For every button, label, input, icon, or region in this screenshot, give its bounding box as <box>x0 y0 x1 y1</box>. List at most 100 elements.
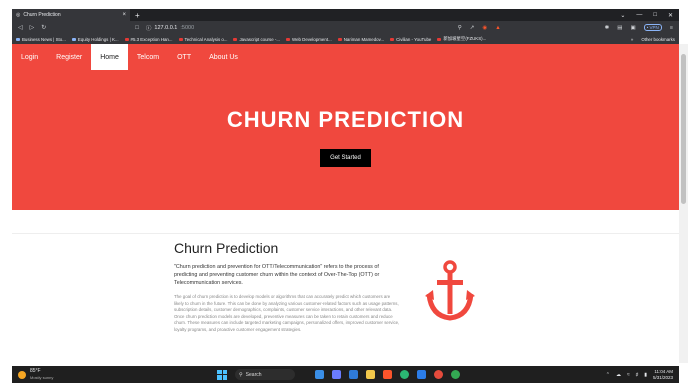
edge-icon[interactable] <box>349 370 358 379</box>
wifi-icon[interactable]: ≈ <box>627 372 630 378</box>
site-nav: Login Register Home Telcom OTT About Us <box>12 44 679 70</box>
other-bookmarks-label: Other bookmarks <box>641 36 675 42</box>
get-started-button[interactable]: Get Started <box>320 149 371 167</box>
extensions-icon[interactable]: ✱ <box>605 25 610 31</box>
reload-icon[interactable]: ↻ <box>41 24 46 31</box>
new-tab-button[interactable]: + <box>135 11 140 20</box>
favicon-icon <box>16 37 20 41</box>
bookmark-label: #5.3 Exception Han... <box>130 36 173 42</box>
url-field[interactable]: ⓘ 127.0.0.1:5000 <box>146 24 194 32</box>
about-section: Churn Prediction "Churn prediction and p… <box>12 234 679 362</box>
nav-register[interactable]: Register <box>47 44 91 70</box>
lead-paragraph: "Churn prediction and prevention for OTT… <box>174 264 380 286</box>
windows-taskbar: 85°F Mostly sunny ⚲ Search ⌃ ☁ ≈ ♯ ▮ 11:… <box>12 366 679 383</box>
nav-home[interactable]: Home <box>91 44 128 70</box>
bookmark-label: Business News | Sto... <box>22 36 66 42</box>
taskbar-apps: ⚲ Search <box>217 369 460 380</box>
hero-banner: CHURN PREDICTION Get Started <box>12 70 679 210</box>
menu-icon[interactable]: ≡ <box>670 25 673 31</box>
bookmark-label: Civilian - YouTube <box>396 36 432 42</box>
brave-shield-icon[interactable]: ◉ <box>482 25 487 31</box>
bookmark-label: Technical Analysis o... <box>184 36 228 42</box>
weather-condition: Mostly sunny <box>30 374 54 380</box>
bookmark-item[interactable]: Business News | Sto... <box>16 37 66 42</box>
rewards-icon[interactable]: ▲ <box>495 25 500 31</box>
bookmark-label: Javascript course -... <box>239 36 280 42</box>
bookmark-item[interactable]: 新加坡星空(FZUKS)... <box>437 36 486 42</box>
bookmark-item[interactable]: Civilian - YouTube <box>390 37 431 42</box>
site-info-icon[interactable]: ⓘ <box>146 24 152 32</box>
brave-icon[interactable] <box>383 370 392 379</box>
app-icon-green[interactable] <box>400 370 409 379</box>
close-window-icon[interactable]: ✕ <box>668 12 673 19</box>
bookmark-item[interactable]: Javascript course -... <box>233 37 280 42</box>
bookmark-label: Web Development... <box>292 36 332 42</box>
screen: ◎ Churn Prediction × + ⌄ — □ ✕ ◁ ▷ ↻ □ ⓘ 12… <box>0 0 688 383</box>
favicon-icon <box>286 37 290 41</box>
chat-icon[interactable] <box>332 370 341 379</box>
maximize-icon[interactable]: □ <box>653 12 657 19</box>
hero-title: CHURN PREDICTION <box>226 107 465 132</box>
bookmark-item[interactable]: #5.3 Exception Han... <box>124 36 173 42</box>
cloud-icon[interactable]: ☁ <box>616 372 621 378</box>
anchor-icon <box>425 260 475 321</box>
bookmark-item[interactable]: Equity Holdings | K... <box>71 36 119 42</box>
address-bar: ◁ ▷ ↻ □ ⓘ 127.0.0.1:5000 ⚲ ↗ ◉ ▲ ✱ ▤ ▣ •… <box>12 21 679 34</box>
scrollbar-thumb[interactable] <box>681 54 686 204</box>
wallet-icon[interactable]: ▣ <box>630 25 635 31</box>
battery-icon[interactable]: ▮ <box>644 372 647 378</box>
favicon-icon <box>71 37 76 41</box>
browser-tab-bar: ◎ Churn Prediction × + ⌄ — □ ✕ <box>12 9 679 21</box>
favicon-icon <box>437 37 442 41</box>
clock[interactable]: 11:04 AM 5/31/2023 <box>653 369 673 380</box>
back-icon[interactable]: ◁ <box>18 24 23 31</box>
search-label: Search <box>245 371 262 378</box>
clock-date: 5/31/2023 <box>652 374 673 380</box>
sidebar-icon[interactable]: ▤ <box>617 25 622 31</box>
taskbar-search[interactable]: ⚲ Search <box>235 369 295 380</box>
nav-login[interactable]: Login <box>12 44 47 70</box>
system-tray: ⌃ ☁ ≈ ♯ ▮ 11:04 AM 5/31/2023 <box>606 369 679 380</box>
nav-ott[interactable]: OTT <box>168 44 200 70</box>
bookmark-item[interactable]: Web Development... <box>286 37 332 42</box>
tab-search-icon[interactable]: ⌄ <box>620 12 625 19</box>
volume-icon[interactable]: ♯ <box>636 372 639 378</box>
zoom-icon[interactable]: ⚲ <box>458 25 462 31</box>
minimize-icon[interactable]: — <box>636 12 642 19</box>
bookmark-label: Nariman Mamedov... <box>343 36 385 42</box>
share-icon[interactable]: ↗ <box>470 25 475 31</box>
bookmark-label: Equity Holdings | K... <box>77 36 119 42</box>
body-paragraph: The goal of churn prediction is to devel… <box>174 294 400 332</box>
bookmark-label: 新加坡星空(FZUKS)... <box>443 36 487 41</box>
favicon-icon <box>390 37 395 41</box>
other-bookmarks[interactable]: » Other bookmarks <box>631 37 675 42</box>
bookmark-item[interactable]: Nariman Mamedov... <box>337 36 385 42</box>
favicon-icon <box>124 37 129 41</box>
tab-title: Churn Prediction <box>23 12 61 18</box>
page-scrollbar[interactable] <box>679 44 688 363</box>
favicon-icon <box>233 37 238 41</box>
globe-icon: ◎ <box>16 12 21 18</box>
window-controls: ⌄ — □ ✕ <box>620 12 679 19</box>
chrome-icon[interactable] <box>451 370 460 379</box>
nav-about-us[interactable]: About Us <box>200 44 247 70</box>
vpn-button[interactable]: • VPN <box>643 24 662 31</box>
browser-tab[interactable]: ◎ Churn Prediction × <box>12 9 130 21</box>
url-port: :5000 <box>180 24 195 31</box>
app-icon-red[interactable] <box>434 370 443 379</box>
vscode-icon[interactable] <box>417 370 426 379</box>
section-title: Churn Prediction <box>174 240 279 256</box>
url-host: 127.0.0.1 <box>154 24 178 31</box>
weather-widget[interactable]: 85°F Mostly sunny <box>12 368 54 380</box>
windows-start-icon[interactable] <box>217 369 227 380</box>
bookmark-item[interactable]: Technical Analysis o... <box>178 36 228 42</box>
task-view-icon[interactable] <box>315 370 324 379</box>
bookmarks-bar: Business News | Sto... Equity Holdings | … <box>12 34 679 44</box>
forward-icon[interactable]: ▷ <box>30 24 35 31</box>
bookmark-icon[interactable]: □ <box>135 25 139 31</box>
chevron-up-icon[interactable]: ⌃ <box>606 372 610 378</box>
tab-close-icon[interactable]: × <box>122 12 126 18</box>
webpage: Login Register Home Telcom OTT About Us CHURN… <box>12 44 679 363</box>
nav-telcom[interactable]: Telcom <box>128 44 168 70</box>
file-explorer-icon[interactable] <box>366 370 375 379</box>
